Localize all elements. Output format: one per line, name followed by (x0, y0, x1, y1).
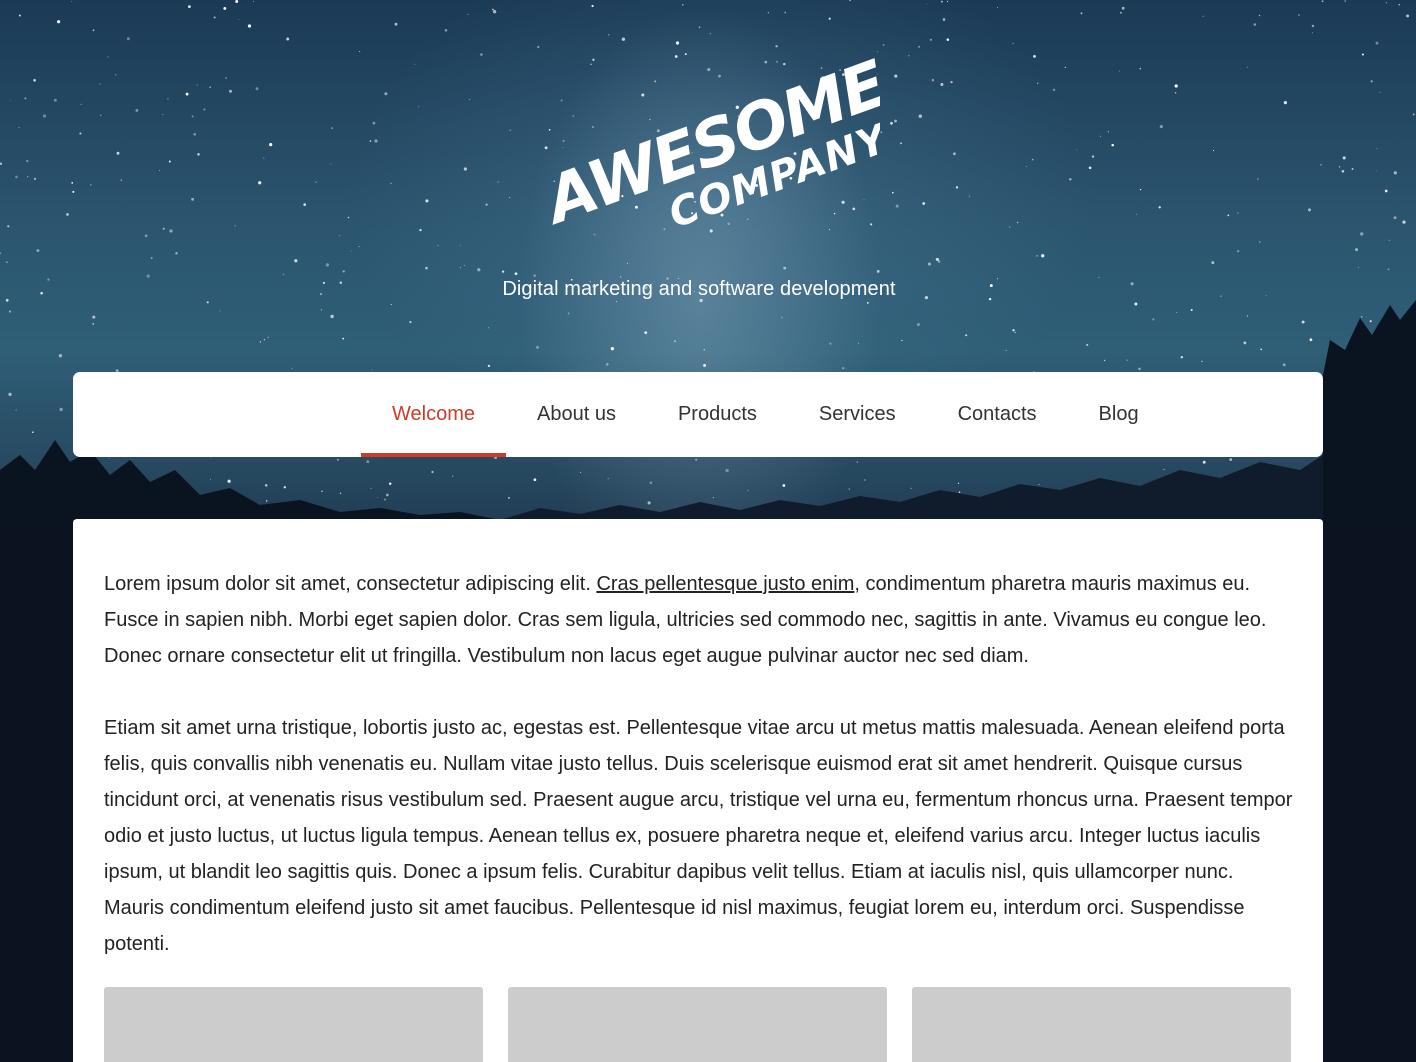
star (725, 468, 729, 473)
paragraph-1: Lorem ipsum dolor sit amet, consectetur … (104, 566, 1294, 674)
star (957, 482, 960, 484)
star (533, 478, 537, 482)
star (782, 484, 786, 487)
star (508, 497, 510, 499)
star (283, 486, 286, 489)
star (864, 479, 866, 481)
star (377, 496, 379, 498)
star (388, 482, 392, 485)
star (108, 457, 110, 459)
star (580, 471, 582, 473)
star (856, 461, 858, 463)
forest-right (1323, 520, 1416, 1062)
star (32, 431, 34, 434)
star (1163, 468, 1165, 471)
article-text: Lorem ipsum dolor sit amet, consectetur … (104, 566, 1294, 998)
star (366, 460, 370, 464)
main-navigation: Welcome About us Products Services Conta… (73, 372, 1323, 457)
star (321, 490, 323, 493)
card-row (104, 987, 1291, 1062)
star (1202, 460, 1206, 464)
star (649, 481, 653, 484)
star (370, 487, 372, 490)
forest-left (0, 520, 73, 1062)
nav-item-blog[interactable]: Blog (1068, 372, 1170, 457)
star (1229, 458, 1233, 461)
star (1038, 484, 1040, 485)
star (647, 501, 651, 505)
paragraph-2: Etiam sit amet urna tristique, lobortis … (104, 717, 1293, 955)
nav-item-welcome[interactable]: Welcome (361, 372, 506, 457)
star (958, 491, 961, 494)
star (336, 458, 339, 461)
star (339, 492, 342, 495)
star (227, 479, 231, 483)
main-content: Lorem ipsum dolor sit amet, consectetur … (73, 519, 1323, 1062)
star (15, 409, 17, 411)
star (848, 488, 850, 490)
star (59, 407, 63, 412)
star (385, 493, 389, 497)
star (264, 483, 268, 487)
placeholder-card (912, 987, 1291, 1062)
star (747, 489, 749, 491)
placeholder-card (508, 987, 887, 1062)
placeholder-card (104, 987, 483, 1062)
star (384, 498, 386, 501)
star (452, 475, 454, 477)
star (607, 478, 609, 480)
nav-item-about-us[interactable]: About us (506, 372, 647, 457)
company-logo: AWESOME COMPANY (532, 55, 880, 240)
paragraph-1-start: Lorem ipsum dolor sit amet, consectetur … (104, 573, 597, 595)
nav-item-contacts[interactable]: Contacts (927, 372, 1068, 457)
star (8, 392, 12, 397)
star (910, 487, 912, 489)
trees-mid (500, 455, 1323, 520)
hero: AWESOME COMPANY Digital marketing and so… (0, 0, 1416, 372)
star (695, 458, 698, 461)
star (431, 470, 434, 474)
star (265, 500, 268, 502)
nav-items: Welcome About us Products Services Conta… (361, 372, 1170, 457)
tagline: Digital marketing and software developme… (502, 278, 896, 300)
nav-item-services[interactable]: Services (788, 372, 927, 457)
star (712, 497, 715, 499)
inline-link[interactable]: Cras pellentesque justo enim (596, 573, 854, 595)
star (210, 478, 211, 480)
nav-item-products[interactable]: Products (647, 372, 788, 457)
